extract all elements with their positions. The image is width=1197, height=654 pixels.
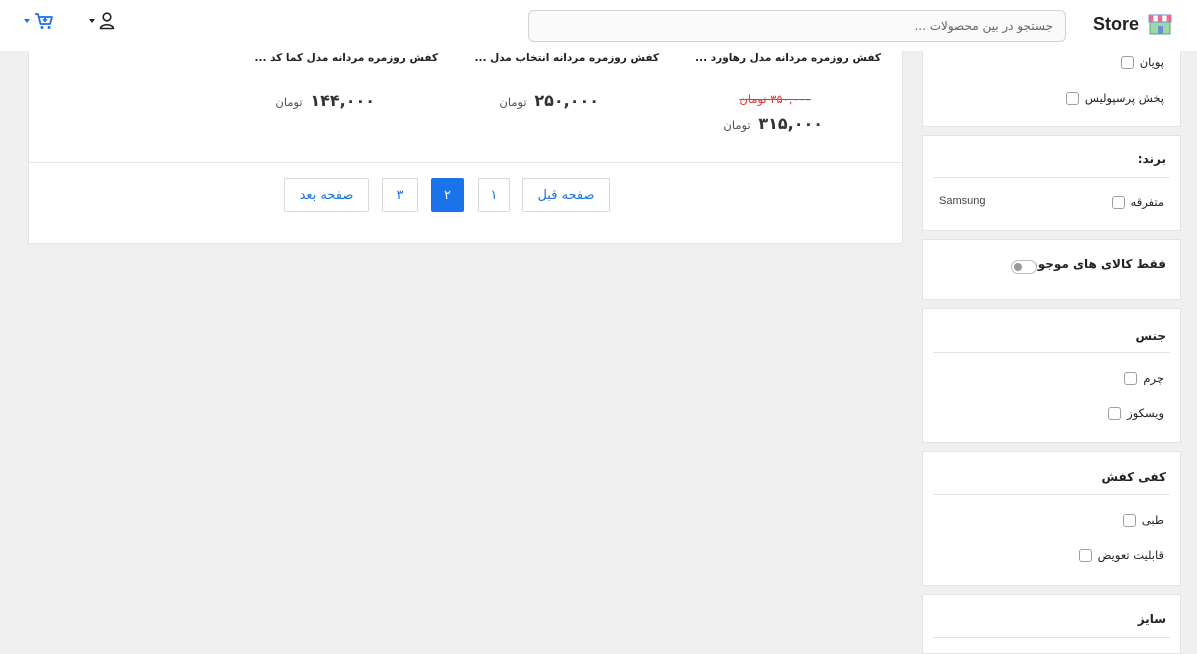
chevron-down-icon [24,19,30,23]
filter-card-size: سایز [922,594,1181,654]
product-list: کفش روزمره مردانه مدل رهاورد ... ۳۵۰,۰۰۰… [28,51,903,244]
filter-option[interactable]: متفرقه [1111,195,1164,209]
cart-icon [35,13,53,29]
next-page-button[interactable]: صفحه بعد [284,178,369,212]
product-price: ۱۴۴,۰۰۰ تومان [275,91,375,110]
cart-menu-button[interactable] [24,12,54,30]
checkbox[interactable] [1108,406,1122,420]
checkbox[interactable] [1111,195,1125,209]
brand-name: Store [1092,13,1139,34]
in-stock-label: فقط کالای های موجود : [1022,257,1166,271]
filter-card-in-stock: فقط کالای های موجود : [922,239,1181,300]
option-label: پخش پرسپولیس [1084,91,1164,105]
checkbox[interactable] [1120,55,1134,69]
price-currency: تومان [499,95,527,109]
filter-title: برند: [1137,152,1166,166]
divider [933,494,1170,495]
product-price: ۳۱۵,۰۰۰ تومان [723,114,823,133]
filter-title: کفی کفش [1101,470,1166,484]
price-value: ۳۱۵,۰۰۰ [758,114,823,133]
checkbox[interactable] [1065,91,1079,105]
option-label: چرم [1143,371,1164,385]
chevron-down-icon [89,19,95,23]
page-button-1[interactable]: ۱ [478,178,510,212]
prev-page-button[interactable]: صفحه قبل [522,178,610,212]
user-icon [99,12,115,30]
filter-option[interactable]: پویان [1120,55,1164,69]
product-title[interactable]: کفش روزمره مردانه مدل کما کد ... [254,52,438,64]
product-price: ۲۵۰,۰۰۰ تومان [499,91,599,110]
filter-card-insole: کفی کفش طبی قابلیت تعویض [922,451,1181,586]
store-icon [1148,14,1172,35]
account-menu-button[interactable] [89,12,115,30]
filter-option[interactable]: پخش پرسپولیس [1065,91,1164,105]
checkbox[interactable] [1122,513,1136,527]
divider [933,637,1170,638]
page-button-3[interactable]: ۳ [382,178,418,212]
option-label: ویسکوز [1127,406,1164,420]
pagination: صفحه قبل ۱ ۲ ۳ صفحه بعد [29,178,904,212]
search-box[interactable] [528,10,1066,42]
checkbox[interactable] [1124,371,1138,385]
top-navbar: Store [0,0,1197,51]
product-title[interactable]: کفش روزمره مردانه انتخاب مدل ... [475,52,660,64]
price-currency: تومان [275,95,303,109]
divider [933,352,1170,353]
price-value: ۲۵۰,۰۰۰ [534,91,599,110]
filter-option[interactable]: قابلیت تعویض [1078,548,1164,562]
option-label: پویان [1139,55,1164,69]
filter-card-material: جنس چرم ویسکوز [922,308,1181,443]
brand-logo[interactable]: Store [1093,13,1173,35]
search-input[interactable] [529,11,1065,41]
checkbox[interactable] [1078,548,1092,562]
in-stock-toggle[interactable] [1011,260,1037,274]
product-title[interactable]: کفش روزمره مردانه مدل رهاورد ... [695,52,881,64]
filter-card-publisher: پویان پخش پرسپولیس [922,51,1181,127]
option-label: طبی [1141,513,1164,527]
filter-card-brand: برند: متفرقه Samsung [922,135,1181,231]
divider [933,177,1170,178]
filter-title: سایز [1137,612,1166,626]
option-label: قابلیت تعویض [1097,548,1164,562]
price-value: ۱۴۴,۰۰۰ [310,91,375,110]
price-currency: تومان [723,118,751,132]
filter-option[interactable]: چرم [1124,371,1164,385]
option-label: متفرقه [1130,195,1164,209]
brand-option-label[interactable]: Samsung [939,195,985,207]
toggle-knob [1014,263,1022,271]
product-old-price: ۳۵۰,۰۰۰ تومان [739,92,811,106]
filter-title: جنس [1135,329,1166,343]
filter-option[interactable]: طبی [1122,513,1164,527]
filter-option[interactable]: ویسکوز [1108,406,1164,420]
divider [29,162,902,163]
page-button-2[interactable]: ۲ [431,178,464,212]
